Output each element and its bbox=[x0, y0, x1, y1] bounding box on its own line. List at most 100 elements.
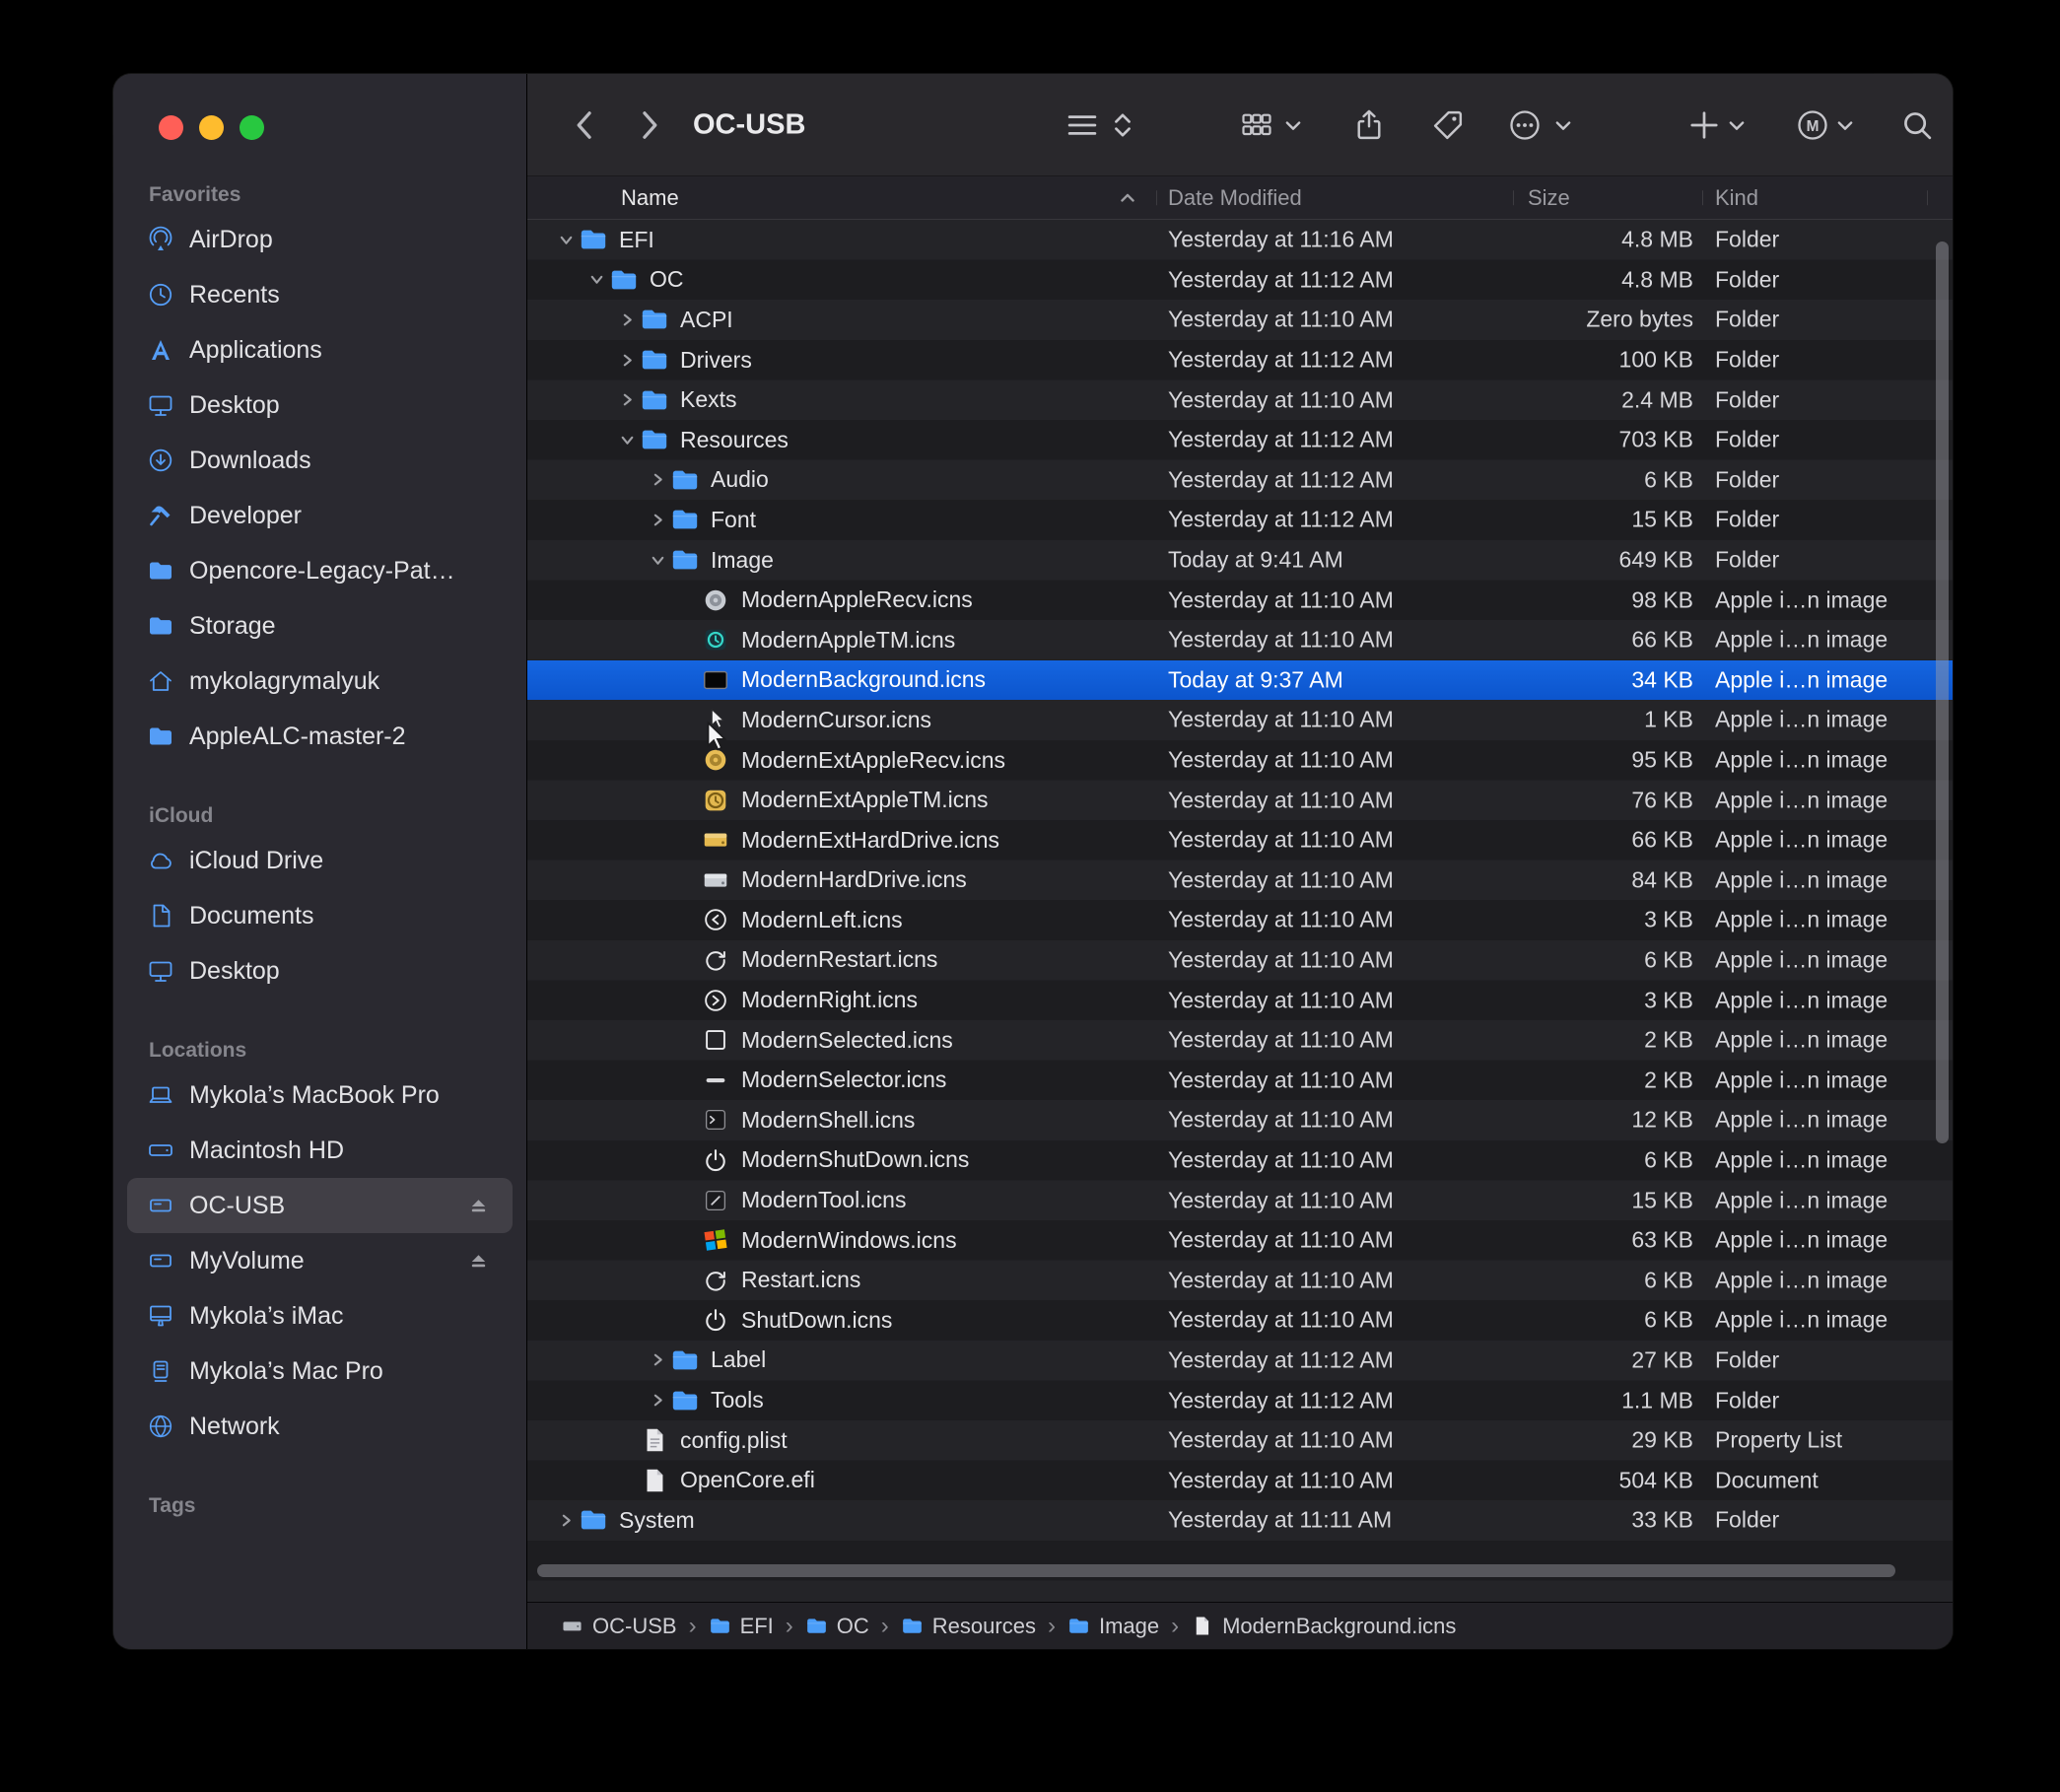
disclosure-closed-icon[interactable] bbox=[645, 507, 670, 532]
sidebar-item-desktop[interactable]: Desktop bbox=[127, 943, 513, 999]
tag-icon[interactable] bbox=[1430, 107, 1466, 143]
sidebar-item-desktop[interactable]: Desktop bbox=[127, 378, 513, 433]
add-icon[interactable] bbox=[1686, 107, 1722, 143]
path-item-image[interactable]: Image bbox=[1067, 1614, 1159, 1639]
disclosure-open-icon[interactable] bbox=[553, 227, 579, 252]
column-header-name[interactable]: Name bbox=[621, 185, 679, 211]
file-row-modernright-icns[interactable]: ModernRight.icnsYesterday at 11:10 AM3 K… bbox=[527, 980, 1953, 1020]
file-row-system[interactable]: SystemYesterday at 11:11 AM33 KBFolder bbox=[527, 1500, 1953, 1541]
disclosure-closed-icon[interactable] bbox=[645, 1388, 670, 1413]
sidebar-item-storage[interactable]: Storage bbox=[127, 598, 513, 654]
more-chevron-down-icon[interactable] bbox=[1552, 114, 1574, 136]
file-row-acpi[interactable]: ACPIYesterday at 11:10 AMZero bytesFolde… bbox=[527, 300, 1953, 340]
file-row-kexts[interactable]: KextsYesterday at 11:10 AM2.4 MBFolder bbox=[527, 379, 1953, 420]
horizontal-scrollbar[interactable] bbox=[537, 1564, 1895, 1577]
file-row-oc[interactable]: OCYesterday at 11:12 AM4.8 MBFolder bbox=[527, 260, 1953, 301]
column-header-kind[interactable]: Kind bbox=[1715, 185, 1758, 211]
sidebar-item-icloud-drive[interactable]: iCloud Drive bbox=[127, 833, 513, 888]
sidebar-item-applications[interactable]: Applications bbox=[127, 322, 513, 378]
account-chevron-down-icon[interactable] bbox=[1834, 114, 1856, 136]
sidebar-item-opencore-legacy-pat[interactable]: Opencore-Legacy-Pat… bbox=[127, 543, 513, 598]
disclosure-closed-icon[interactable] bbox=[645, 1347, 670, 1373]
path-item-resources[interactable]: Resources bbox=[901, 1614, 1036, 1639]
disclosure-open-icon[interactable] bbox=[645, 547, 670, 573]
file-row-modernwindows-icns[interactable]: ModernWindows.icnsYesterday at 11:10 AM6… bbox=[527, 1220, 1953, 1261]
eject-icon[interactable] bbox=[466, 1249, 491, 1274]
file-row-opencore-efi[interactable]: OpenCore.efiYesterday at 11:10 AM504 KBD… bbox=[527, 1460, 1953, 1500]
file-row-modernextapplerecv-icns[interactable]: ModernExtAppleRecv.icnsYesterday at 11:1… bbox=[527, 740, 1953, 781]
vertical-scrollbar[interactable] bbox=[1936, 241, 1949, 1143]
file-row-modernapplerecv-icns[interactable]: ModernAppleRecv.icnsYesterday at 11:10 A… bbox=[527, 580, 1953, 620]
sidebar-item-developer[interactable]: Developer bbox=[127, 488, 513, 543]
file-row-modernselector-icns[interactable]: ModernSelector.icnsYesterday at 11:10 AM… bbox=[527, 1060, 1953, 1100]
file-row-moderntool-icns[interactable]: ModernTool.icnsYesterday at 11:10 AM15 K… bbox=[527, 1180, 1953, 1220]
path-item-efi[interactable]: EFI bbox=[709, 1614, 774, 1639]
file-row-efi[interactable]: EFIYesterday at 11:16 AM4.8 MBFolder bbox=[527, 220, 1953, 260]
column-divider[interactable] bbox=[1927, 190, 1928, 206]
path-item-modernbackground-icns[interactable]: ModernBackground.icns bbox=[1191, 1614, 1456, 1639]
column-divider[interactable] bbox=[1702, 190, 1703, 206]
disclosure-closed-icon[interactable] bbox=[614, 387, 640, 413]
column-divider[interactable] bbox=[1156, 190, 1157, 206]
file-row-resources[interactable]: ResourcesYesterday at 11:12 AM703 KBFold… bbox=[527, 420, 1953, 460]
column-divider[interactable] bbox=[1513, 190, 1514, 206]
forward-button[interactable] bbox=[630, 106, 667, 144]
file-row-image[interactable]: ImageToday at 9:41 AM649 KBFolder bbox=[527, 540, 1953, 581]
sidebar-item-macintosh-hd[interactable]: Macintosh HD bbox=[127, 1123, 513, 1178]
file-row-modernextappletm-icns[interactable]: ModernExtAppleTM.icnsYesterday at 11:10 … bbox=[527, 780, 1953, 820]
share-icon[interactable] bbox=[1351, 107, 1387, 143]
close-window-button[interactable] bbox=[159, 115, 183, 140]
file-row-modernleft-icns[interactable]: ModernLeft.icnsYesterday at 11:10 AM3 KB… bbox=[527, 900, 1953, 940]
file-row-modernselected-icns[interactable]: ModernSelected.icnsYesterday at 11:10 AM… bbox=[527, 1020, 1953, 1061]
sidebar-item-mykola-s-mac-pro[interactable]: Mykola’s Mac Pro bbox=[127, 1344, 513, 1399]
view-list-icon[interactable] bbox=[1064, 107, 1100, 143]
search-icon[interactable] bbox=[1899, 107, 1935, 143]
sidebar-item-recents[interactable]: Recents bbox=[127, 267, 513, 322]
back-button[interactable] bbox=[567, 106, 604, 144]
file-row-drivers[interactable]: DriversYesterday at 11:12 AM100 KBFolder bbox=[527, 340, 1953, 380]
sidebar-item-airdrop[interactable]: AirDrop bbox=[127, 212, 513, 267]
file-row-modernextharddrive-icns[interactable]: ModernExtHardDrive.icnsYesterday at 11:1… bbox=[527, 820, 1953, 861]
group-chevron-down-icon[interactable] bbox=[1282, 114, 1304, 136]
disclosure-closed-icon[interactable] bbox=[614, 347, 640, 373]
file-row-label[interactable]: LabelYesterday at 11:12 AM27 KBFolder bbox=[527, 1341, 1953, 1381]
file-row-restart-icns[interactable]: Restart.icnsYesterday at 11:10 AM6 KBApp… bbox=[527, 1260, 1953, 1300]
more-actions-icon[interactable] bbox=[1507, 107, 1543, 143]
file-row-shutdown-icns[interactable]: ShutDown.icnsYesterday at 11:10 AM6 KBAp… bbox=[527, 1300, 1953, 1341]
file-row-audio[interactable]: AudioYesterday at 11:12 AM6 KBFolder bbox=[527, 460, 1953, 501]
column-header-date-modified[interactable]: Date Modified bbox=[1168, 185, 1302, 211]
account-m-icon[interactable]: M bbox=[1795, 107, 1830, 143]
eject-icon[interactable] bbox=[466, 1194, 491, 1218]
sidebar-item-documents[interactable]: Documents bbox=[127, 888, 513, 943]
file-row-font[interactable]: FontYesterday at 11:12 AM15 KBFolder bbox=[527, 500, 1953, 540]
file-row-modernshutdown-icns[interactable]: ModernShutDown.icnsYesterday at 11:10 AM… bbox=[527, 1140, 1953, 1181]
path-item-oc-usb[interactable]: OC-USB bbox=[561, 1614, 677, 1639]
file-row-modernshell-icns[interactable]: ModernShell.icnsYesterday at 11:10 AM12 … bbox=[527, 1100, 1953, 1140]
sidebar-item-mykola-s-macbook-pro[interactable]: Mykola’s MacBook Pro bbox=[127, 1068, 513, 1123]
disclosure-closed-icon[interactable] bbox=[614, 307, 640, 332]
add-chevron-down-icon[interactable] bbox=[1726, 114, 1748, 136]
file-row-modernrestart-icns[interactable]: ModernRestart.icnsYesterday at 11:10 AM6… bbox=[527, 940, 1953, 981]
disclosure-open-icon[interactable] bbox=[584, 267, 609, 293]
sort-ascending-icon[interactable] bbox=[1117, 187, 1138, 209]
disclosure-closed-icon[interactable] bbox=[645, 467, 670, 493]
file-row-modernharddrive-icns[interactable]: ModernHardDrive.icnsYesterday at 11:10 A… bbox=[527, 861, 1953, 901]
file-row-tools[interactable]: ToolsYesterday at 11:12 AM1.1 MBFolder bbox=[527, 1380, 1953, 1420]
sidebar-item-myvolume[interactable]: MyVolume bbox=[127, 1233, 513, 1288]
file-row-moderncursor-icns[interactable]: ModernCursor.icnsYesterday at 11:10 AM1 … bbox=[527, 700, 1953, 740]
disclosure-closed-icon[interactable] bbox=[553, 1507, 579, 1533]
sidebar-item-applealc-master-2[interactable]: AppleALC-master-2 bbox=[127, 709, 513, 764]
minimize-window-button[interactable] bbox=[199, 115, 224, 140]
file-row-config-plist[interactable]: config.plistYesterday at 11:10 AM29 KBPr… bbox=[527, 1420, 1953, 1461]
sidebar-item-network[interactable]: Network bbox=[127, 1399, 513, 1454]
group-icon[interactable] bbox=[1239, 107, 1274, 143]
path-item-oc[interactable]: OC bbox=[805, 1614, 869, 1639]
column-header-size[interactable]: Size bbox=[1528, 185, 1570, 211]
file-row-modernappletm-icns[interactable]: ModernAppleTM.icnsYesterday at 11:10 AM6… bbox=[527, 620, 1953, 660]
zoom-window-button[interactable] bbox=[240, 115, 264, 140]
file-row-modernbackground-icns[interactable]: ModernBackground.icnsToday at 9:37 AM34 … bbox=[527, 660, 1953, 701]
disclosure-open-icon[interactable] bbox=[614, 427, 640, 452]
sidebar-item-oc-usb[interactable]: OC-USB bbox=[127, 1178, 513, 1233]
sidebar-item-mykolagrymalyuk[interactable]: mykolagrymalyuk bbox=[127, 654, 513, 709]
view-chevrons-icon[interactable] bbox=[1111, 107, 1134, 143]
